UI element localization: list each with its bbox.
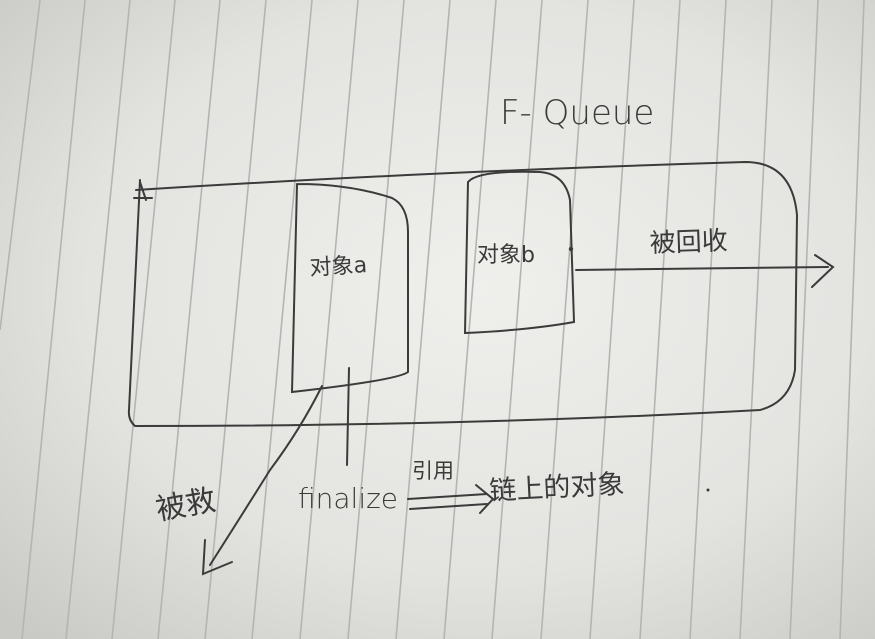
queue-title: F- Queue xyxy=(500,93,654,133)
paper-background xyxy=(0,0,875,639)
finalize-label: finalize xyxy=(298,482,398,515)
ink-dot xyxy=(706,488,710,492)
recycled-label: 被回收 xyxy=(649,226,728,259)
reference-label: 引用 xyxy=(412,459,454,483)
object-a-label: 对象a xyxy=(309,253,368,281)
object-b-label: 对象b xyxy=(477,243,535,268)
notebook-photo: F- Queue 对象a 对象b 被回收 被救 finalize 引用 链上的对… xyxy=(0,0,875,639)
